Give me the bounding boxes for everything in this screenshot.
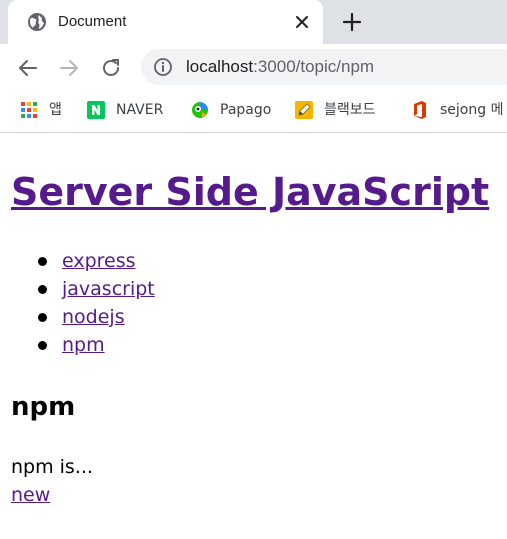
url-path: :3000/topic/npm	[253, 57, 375, 76]
browser-toolbar: localhost:3000/topic/npm	[0, 44, 507, 92]
topic-link-npm[interactable]: npm	[62, 334, 105, 356]
bookmark-label: 블랙보드	[324, 102, 376, 118]
bullet	[38, 285, 47, 294]
bullet	[38, 257, 47, 266]
bookmark-label: Papago	[220, 102, 272, 118]
office-icon	[414, 101, 426, 119]
apps-grid-icon	[21, 102, 37, 118]
bookmark-sejong[interactable]: sejong 메	[410, 100, 503, 120]
info-icon[interactable]	[153, 57, 173, 77]
pencil-icon	[295, 101, 313, 119]
bookmark-label: sejong 메	[440, 102, 504, 118]
list-item: express	[0, 247, 155, 275]
list-item: npm	[0, 331, 155, 359]
topic-description: npm is...	[11, 456, 93, 478]
forward-arrow-icon[interactable]	[57, 56, 81, 80]
page-title: Server Side JavaScript	[11, 167, 489, 217]
bookmark-naver[interactable]: NAVER	[86, 100, 163, 120]
tab-strip: Document	[0, 0, 507, 44]
page-content: Server Side JavaScript express javascrip…	[0, 133, 507, 539]
bookmarks-bar: 앱 NAVER Papago 블랙보드 sejong 메	[0, 92, 507, 133]
tab-document[interactable]: Document	[8, 0, 323, 44]
papago-icon	[192, 102, 208, 118]
plus-icon[interactable]	[340, 10, 364, 34]
tab-title: Document	[58, 13, 127, 30]
globe-icon	[28, 13, 46, 31]
new-topic-link[interactable]: new	[11, 481, 50, 509]
bullet	[38, 341, 47, 350]
list-item: nodejs	[0, 303, 155, 331]
bullet	[38, 313, 47, 322]
list-item: javascript	[0, 275, 155, 303]
bookmark-blackboard[interactable]: 블랙보드	[294, 100, 376, 120]
bookmark-label: NAVER	[116, 102, 164, 118]
topic-heading: npm	[11, 392, 76, 422]
topic-link-nodejs[interactable]: nodejs	[62, 306, 125, 328]
topic-link-javascript[interactable]: javascript	[62, 278, 155, 300]
topic-list: express javascript nodejs npm	[0, 247, 155, 359]
address-bar[interactable]: localhost:3000/topic/npm	[141, 49, 507, 85]
url-text[interactable]: localhost:3000/topic/npm	[186, 57, 374, 77]
home-link[interactable]: Server Side JavaScript	[11, 170, 489, 214]
topic-link-express[interactable]: express	[62, 250, 136, 272]
back-arrow-icon[interactable]	[16, 56, 40, 80]
naver-icon	[87, 101, 105, 119]
bookmark-apps[interactable]: 앱	[19, 100, 62, 120]
url-host: localhost	[186, 57, 254, 76]
bookmark-label: 앱	[49, 102, 62, 118]
reload-icon[interactable]	[99, 56, 123, 80]
bookmark-papago[interactable]: Papago	[190, 100, 271, 120]
close-icon[interactable]	[292, 12, 312, 32]
